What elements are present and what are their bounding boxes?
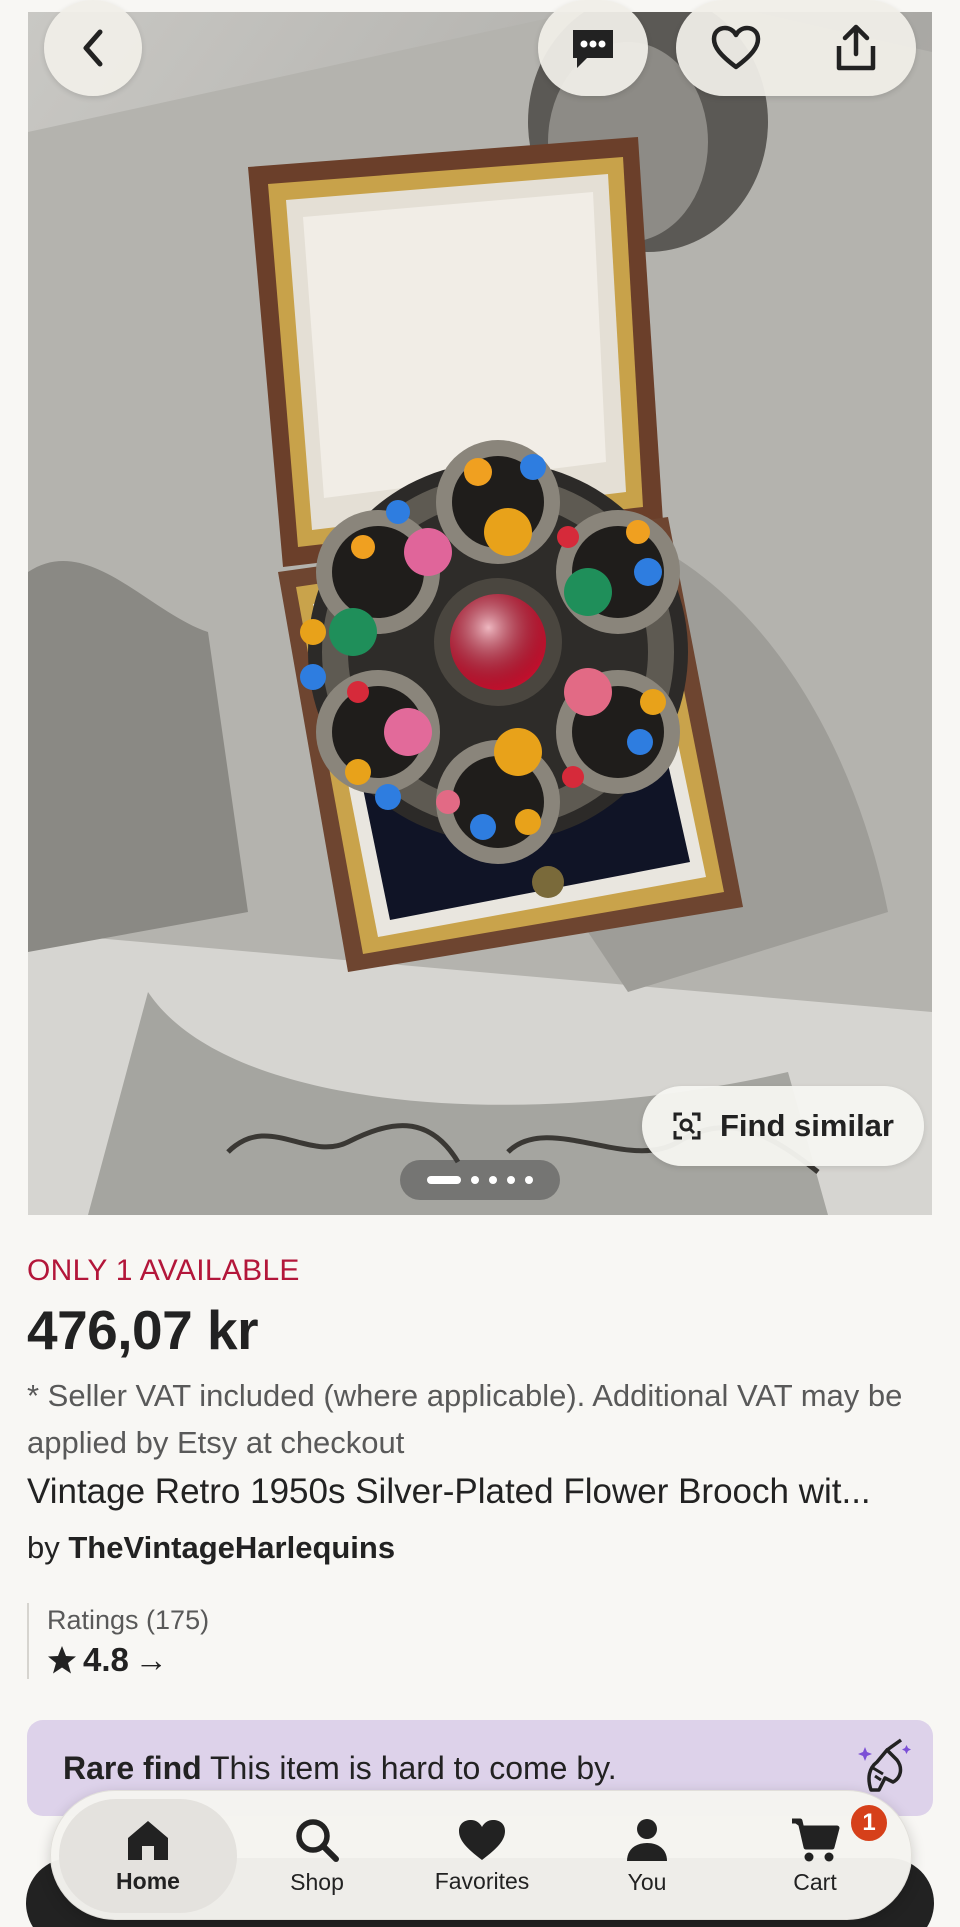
share-button[interactable] xyxy=(796,0,916,96)
nav-favorites-label: Favorites xyxy=(434,1867,530,1894)
heart-icon xyxy=(711,25,761,70)
arrow-right-icon: → xyxy=(134,1641,168,1678)
find-similar-button[interactable]: Find similar xyxy=(642,1086,924,1166)
favorite-button[interactable] xyxy=(676,0,796,96)
vat-note: * Seller VAT included (where applicable)… xyxy=(27,1378,903,1460)
page-dot xyxy=(507,1176,515,1184)
rare-find-text: This item is hard to come by. xyxy=(201,1749,617,1786)
back-button[interactable] xyxy=(44,0,142,96)
star-icon xyxy=(48,1646,76,1674)
page-dot xyxy=(525,1176,533,1184)
search-icon xyxy=(296,1818,339,1862)
nav-shop-label: Shop xyxy=(290,1868,344,1895)
chevron-left-icon xyxy=(83,29,103,67)
rare-find-title: Rare find xyxy=(63,1749,202,1786)
nav-home[interactable]: Home xyxy=(59,1799,237,1913)
product-image[interactable] xyxy=(28,12,932,1215)
listing-title[interactable]: Vintage Retro 1950s Silver-Plated Flower… xyxy=(27,1472,937,1512)
message-seller-button[interactable] xyxy=(538,0,648,96)
nav-cart[interactable]: Cart 1 xyxy=(727,1791,903,1921)
page-dot xyxy=(471,1176,479,1184)
rating-value: 4.8 xyxy=(83,1641,129,1678)
listing-screen: Find similar ONLY 1 AVAILABLE 476,07 kr … xyxy=(0,0,960,1927)
rating-value-row: 4.8 → xyxy=(47,1641,209,1679)
price: 476,07 kr xyxy=(27,1299,259,1361)
page-dot xyxy=(427,1176,461,1184)
cart-count-badge: 1 xyxy=(849,1803,889,1843)
bottom-nav: Home Shop Favorites You Cart 1 xyxy=(50,1790,912,1920)
page-dot xyxy=(489,1176,497,1184)
visual-search-icon xyxy=(673,1112,701,1140)
find-similar-label: Find similar xyxy=(720,1108,894,1143)
ratings-link[interactable]: Ratings (175) 4.8 → xyxy=(27,1603,209,1679)
ratings-label: Ratings (175) xyxy=(47,1605,210,1635)
nav-you-label: You xyxy=(627,1868,667,1895)
availability-label: ONLY 1 AVAILABLE xyxy=(27,1254,300,1287)
image-pagination[interactable] xyxy=(400,1160,560,1200)
nav-home-label: Home xyxy=(116,1867,180,1894)
heart-icon xyxy=(459,1819,505,1860)
person-icon xyxy=(627,1818,667,1861)
nav-favorites[interactable]: Favorites xyxy=(397,1791,567,1921)
shop-name-link[interactable]: TheVintageHarlequins xyxy=(68,1530,395,1565)
message-icon xyxy=(573,30,613,68)
nav-you[interactable]: You xyxy=(567,1791,727,1921)
header-actions xyxy=(676,0,916,96)
share-icon xyxy=(836,24,876,71)
shop-byline: by TheVintageHarlequins xyxy=(27,1530,395,1566)
home-icon xyxy=(128,1820,168,1860)
nav-cart-label: Cart xyxy=(793,1868,837,1895)
by-prefix: by xyxy=(27,1530,60,1565)
nav-shop[interactable]: Shop xyxy=(237,1791,397,1921)
cart-icon xyxy=(792,1818,840,1861)
unicorn-icon xyxy=(858,1738,911,1792)
